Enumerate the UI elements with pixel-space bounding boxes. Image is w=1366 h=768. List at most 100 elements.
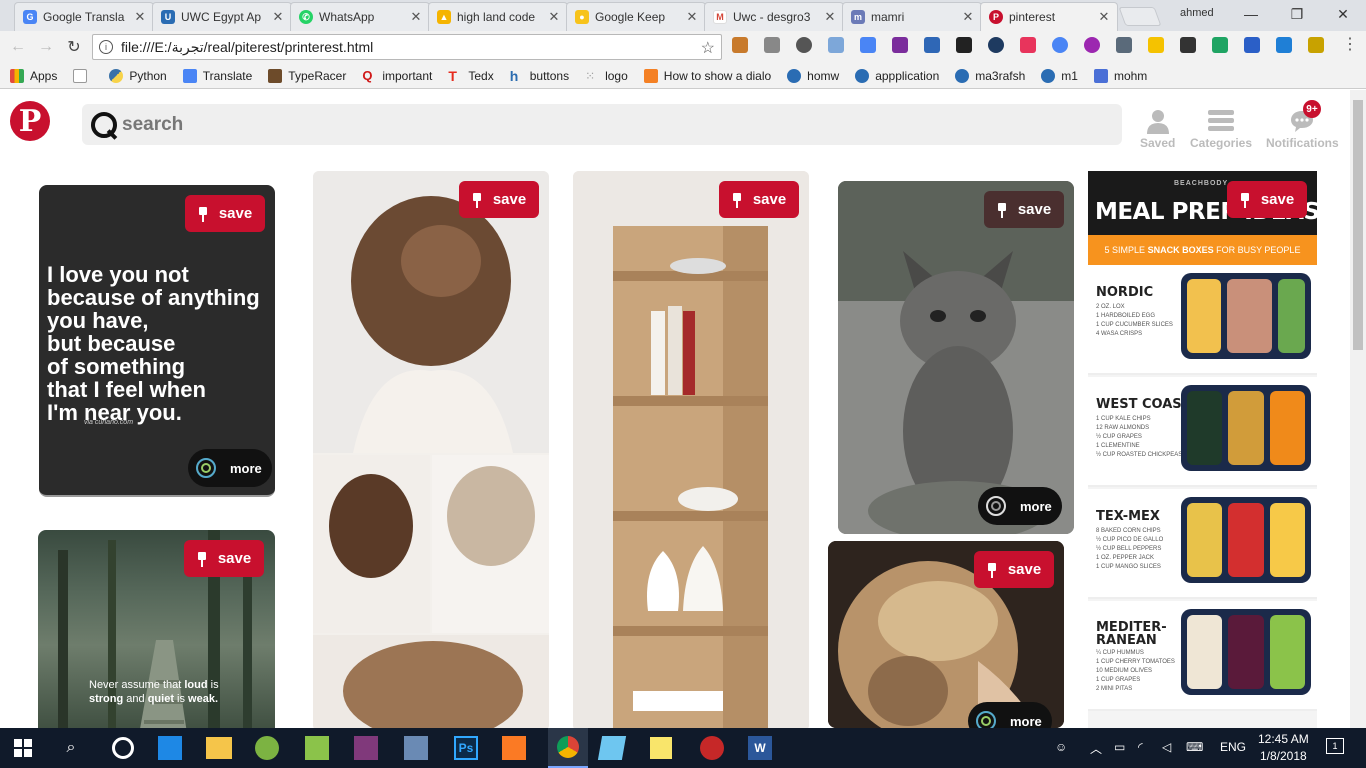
bookmark-star-icon[interactable]: ☆ [701, 38, 715, 58]
people-icon[interactable]: ☺ [1055, 740, 1067, 754]
paint-icon[interactable] [700, 736, 724, 760]
search-icon[interactable]: ⌕ [56, 733, 86, 763]
xampp-icon[interactable] [502, 736, 526, 760]
search-input[interactable] [122, 113, 1022, 136]
speed-icon[interactable] [988, 37, 1004, 53]
volume-icon[interactable]: ◁ [1162, 740, 1171, 754]
notes-app-icon[interactable] [597, 736, 627, 760]
address-bar[interactable]: i file:///E:/تجربة/real/piterest/printer… [92, 34, 722, 60]
dropbox-icon[interactable] [828, 37, 844, 53]
save-button[interactable]: save [459, 181, 539, 218]
word-icon[interactable]: W [748, 736, 772, 760]
tab-google-keep[interactable]: ● Google Keep ✕ [566, 2, 706, 31]
more-button[interactable]: more [968, 702, 1052, 728]
evernote-icon[interactable] [1180, 37, 1196, 53]
sticky-notes-icon[interactable] [650, 737, 672, 759]
back-icon[interactable]: ← [8, 37, 28, 57]
save-button[interactable]: save [974, 551, 1054, 588]
save-button[interactable]: save [984, 191, 1064, 228]
grid-ext-icon[interactable] [956, 37, 972, 53]
close-icon[interactable]: ✕ [685, 9, 699, 25]
bookmark-buttons[interactable]: h buttons [510, 69, 569, 83]
bookmark-logo[interactable]: ⁙ logo [585, 69, 628, 83]
pin-quote[interactable]: I love you not because of anything you h… [39, 185, 275, 497]
color-ext-icon[interactable] [1020, 37, 1036, 53]
minimize-icon[interactable]: — [1228, 0, 1274, 28]
pin-shelf[interactable]: save [573, 171, 809, 728]
news-icon[interactable] [924, 37, 940, 53]
bookmark-dialog[interactable]: How to show a dialo [643, 68, 771, 83]
pin-braid[interactable]: save more [828, 541, 1064, 728]
extension-icon[interactable] [732, 37, 748, 53]
bookmark-blank[interactable] [73, 68, 93, 83]
keyboard-icon[interactable]: ⌨ [1186, 740, 1203, 754]
chevron-up-icon[interactable]: ︿ [1090, 740, 1102, 757]
close-icon[interactable]: ✕ [1097, 9, 1111, 25]
saved-nav[interactable]: Saved [1140, 108, 1175, 150]
bookmark-typeracer[interactable]: TypeRacer [268, 68, 346, 83]
task-view-icon[interactable] [108, 733, 138, 763]
translate-ext-icon[interactable] [860, 37, 876, 53]
palette-icon[interactable] [1084, 37, 1100, 53]
chrome-icon[interactable] [548, 728, 588, 768]
bookmark-ma3rafsh[interactable]: ma3rafsh [955, 68, 1025, 83]
bookmark-application[interactable]: appplication [855, 68, 939, 83]
pin-kitten[interactable]: save more [838, 181, 1074, 534]
language-indicator[interactable]: ENG [1220, 740, 1246, 754]
onenote-icon[interactable] [892, 37, 908, 53]
close-window-icon[interactable]: ✕ [1320, 0, 1366, 28]
bookmark-python[interactable]: Python [109, 68, 167, 83]
bulb-icon[interactable] [796, 37, 812, 53]
profile-name[interactable]: ahmed [1180, 7, 1214, 19]
tab-gmail[interactable]: M Uwc - desgro3 ✕ [704, 2, 844, 31]
s-ext-icon[interactable] [1276, 37, 1292, 53]
shield-icon[interactable] [1308, 37, 1324, 53]
bookmark-homw[interactable]: homw [787, 68, 839, 83]
close-icon[interactable]: ✕ [823, 9, 837, 25]
search-bar[interactable] [82, 104, 1122, 145]
search-icon[interactable] [88, 110, 118, 140]
page-scrollbar[interactable] [1350, 90, 1366, 728]
save-button[interactable]: save [1227, 181, 1307, 218]
windows-start-icon[interactable] [8, 733, 38, 763]
save-button[interactable]: save [719, 181, 799, 218]
menu-dots-icon[interactable]: ⋮ [1342, 37, 1358, 53]
action-center-icon[interactable]: 1 [1326, 738, 1344, 754]
photos-icon[interactable] [404, 736, 428, 760]
clock[interactable]: 12:45 AM 1/8/2018 [1258, 731, 1309, 765]
more-button[interactable]: more [978, 487, 1062, 525]
eyedropper-icon[interactable] [1116, 37, 1132, 53]
tab-mamri[interactable]: m mamri ✕ [842, 2, 982, 31]
categories-nav[interactable]: Categories [1190, 108, 1252, 150]
m-ext-icon[interactable] [1148, 37, 1164, 53]
url-text[interactable]: file:///E:/تجربة/real/piterest/printeres… [121, 39, 373, 56]
window-ext-icon[interactable] [1244, 37, 1260, 53]
bookmark-important[interactable]: Qimportant [362, 68, 432, 83]
pin-forest[interactable]: Never assume that loud is strong and qui… [38, 530, 275, 728]
chart-app-icon[interactable] [305, 736, 329, 760]
reload-icon[interactable]: ↻ [64, 37, 84, 57]
wifi-icon[interactable]: ◜ [1138, 740, 1143, 754]
scrollbar-thumb[interactable] [1353, 100, 1363, 350]
onenote-icon[interactable] [354, 736, 378, 760]
save-button[interactable]: save [185, 195, 265, 232]
tab-pinterest[interactable]: P pinterest ✕ [980, 2, 1118, 31]
android-icon[interactable] [255, 736, 279, 760]
pin-meal-prep[interactable]: BEACHBODY MEAL PREP IDEAS 5 SIMPLE SNACK… [1088, 171, 1317, 728]
save-button[interactable]: save [184, 540, 264, 577]
tab-high-land-code[interactable]: ▲ high land code ✕ [428, 2, 568, 31]
info-icon[interactable]: i [99, 40, 113, 54]
bookmark-tedx[interactable]: T Tedx [448, 69, 493, 83]
tab-google-translate[interactable]: G Google Transla ✕ [14, 2, 154, 31]
tab-whatsapp[interactable]: ✆ WhatsApp ✕ [290, 2, 430, 31]
close-icon[interactable]: ✕ [271, 9, 285, 25]
file-explorer-icon[interactable] [206, 737, 232, 759]
pin-hairstyles[interactable]: save [313, 171, 549, 728]
store-icon[interactable] [158, 736, 182, 760]
close-icon[interactable]: ✕ [547, 9, 561, 25]
maximize-icon[interactable]: ❐ [1274, 0, 1320, 28]
forward-icon[interactable]: → [36, 37, 56, 57]
camera-icon[interactable] [764, 37, 780, 53]
notifications-nav[interactable]: Notifications [1266, 108, 1339, 150]
download-icon[interactable] [1052, 37, 1068, 53]
